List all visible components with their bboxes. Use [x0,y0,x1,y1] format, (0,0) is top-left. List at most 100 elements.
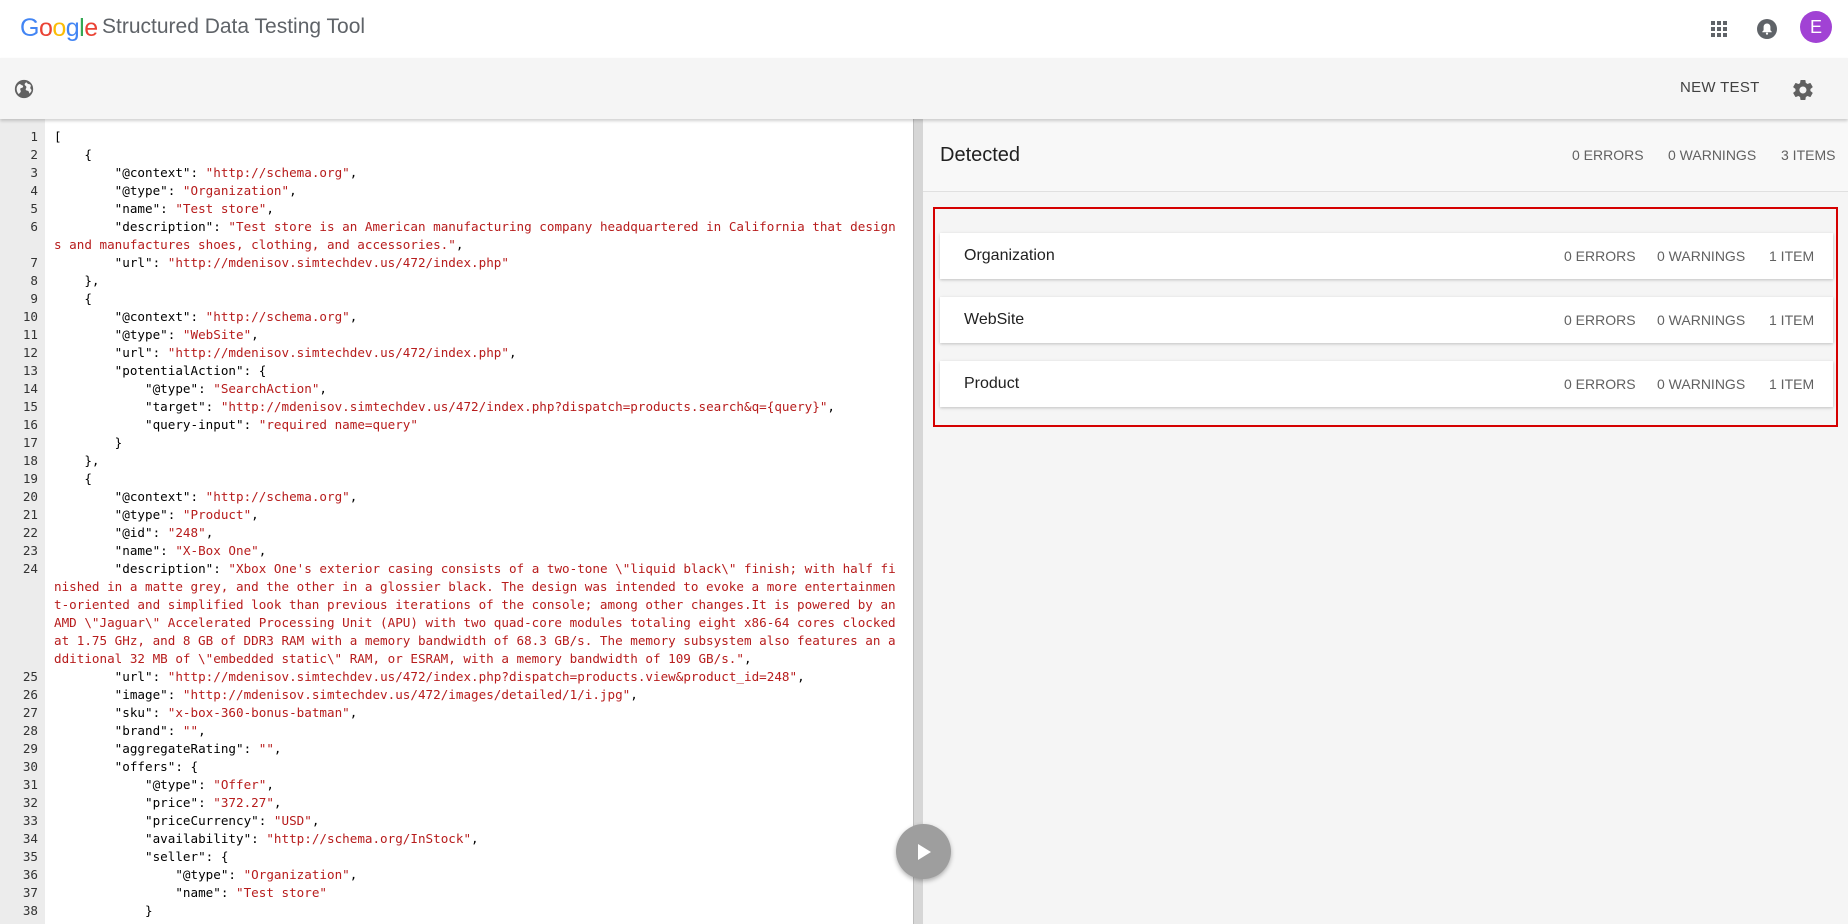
punctuation-token: : [198,795,214,810]
logo-letter: G [20,14,39,42]
globe-icon[interactable] [13,78,35,100]
line-number: 3 [30,165,38,180]
key-token: "@context" [54,489,191,504]
string-token: "WebSite" [182,327,252,342]
line-number: 35 [22,849,38,864]
punctuation-token: : { [205,849,229,864]
key-token: "@type" [54,327,168,342]
code-lines[interactable]: 1[2 {3 "@context": "http://schema.org", 4… [0,128,913,920]
app-title: Structured Data Testing Tool [102,15,366,38]
punctuation-token: : { [175,759,199,774]
line-number: 23 [22,543,38,558]
code-line: 2 { [0,146,913,164]
line-number: 16 [22,417,38,432]
line-number: 25 [22,669,38,684]
account-avatar[interactable]: E [1800,11,1832,43]
key-token: "name" [54,543,161,558]
punctuation-token: : [213,561,229,576]
code-line: 27 "sku": "x-box-360-bonus-batman", [0,704,913,722]
punctuation-token: : [243,417,259,432]
string-token: "248" [167,525,206,540]
line-number: 8 [30,273,38,288]
line-number: 17 [22,435,38,450]
key-token: "price" [54,795,199,810]
punctuation-token: , [198,723,206,738]
code-line: 29 "aggregateRating": "", [0,740,913,758]
code-line: 1[ [0,128,913,146]
string-token: "Test store" [175,201,267,216]
code-editor[interactable]: 1[2 {3 "@context": "http://schema.org", 4… [0,119,913,924]
punctuation-token: : [205,399,221,414]
line-number: 22 [22,525,38,540]
punctuation-token: : [152,525,168,540]
string-token: "http://schema.org" [205,165,350,180]
punctuation-token: , [205,525,214,540]
punctuation-token: , [266,201,274,216]
punctuation-token: , [471,831,479,846]
punctuation-token: : [190,165,206,180]
line-number: 1 [30,129,38,144]
google-logo[interactable]: Google [20,14,98,43]
card-title: WebSite [964,311,1025,328]
logo-letter: e [84,14,98,42]
code-line: 35 "seller": { [0,848,913,866]
total-items-count: 3 ITEMS [1781,147,1836,163]
code-line: 5 "name": "Test store", [0,200,913,218]
line-number: 2 [30,147,38,162]
code-line: 17 } [0,434,913,452]
result-card-product[interactable]: Product 0 ERRORS 0 WARNINGS 1 ITEM [940,361,1833,407]
line-number: 5 [30,201,38,216]
logo-letter: g [65,14,80,42]
string-token: "Offer" [213,777,267,792]
line-number: 13 [22,363,38,378]
string-token: "" [182,723,199,738]
line-number: 6 [30,219,38,234]
line-number: 20 [22,489,38,504]
run-test-button[interactable] [896,824,951,879]
code-line: 26 "image": "http://mdenisov.simtechdev.… [0,686,913,704]
line-number: 15 [22,399,38,414]
total-warnings-count: 0 WARNINGS [1668,147,1757,163]
line-number: 18 [22,453,38,468]
code-line: 9 { [0,290,913,308]
result-card-website[interactable]: WebSite 0 ERRORS 0 WARNINGS 1 ITEM [940,297,1833,343]
notifications-icon[interactable] [1755,17,1779,41]
line-number: 10 [22,309,38,324]
code-line: 11 "@type": "WebSite", [0,326,913,344]
key-token: "availability" [54,831,252,846]
line-number: 21 [22,507,38,522]
card-warnings: 0 WARNINGS [1657,248,1746,264]
code-line: 19 { [0,470,913,488]
key-token: "@type" [54,381,199,396]
key-token: "brand" [54,723,168,738]
card-title: Product [964,375,1020,392]
apps-grid-icon[interactable] [1707,17,1731,41]
punctuation-token: : { [243,363,267,378]
key-token: "aggregateRating" [54,741,244,756]
settings-gear-icon[interactable] [1791,78,1815,102]
string-token: "Organization" [243,867,350,882]
new-test-button[interactable]: NEW TEST [1680,79,1760,96]
card-warnings: 0 WARNINGS [1657,312,1746,328]
key-token: "@context" [54,309,191,324]
line-number: 28 [22,723,38,738]
line-number: 19 [22,471,38,486]
string-token: "http://schema.org" [205,309,350,324]
line-number: 9 [30,291,38,306]
code-line: 36 "@type": "Organization", [0,866,913,884]
key-token: "name" [54,885,221,900]
result-card-organization[interactable]: Organization 0 ERRORS 0 WARNINGS 1 ITEM [940,233,1833,279]
punctuation-token: , [289,183,297,198]
code-line: 23 "name": "X-Box One", [0,542,913,560]
code-line: 25 "url": "http://mdenisov.simtechdev.us… [0,668,913,686]
line-number: 26 [22,687,38,702]
logo-letter: o [38,14,53,42]
key-token: "description" [54,561,214,576]
punctuation-token: : [167,507,183,522]
punctuation-token: : [152,255,168,270]
string-token: "Product" [182,507,252,522]
string-token: "" [258,741,274,756]
code-line: 3 "@context": "http://schema.org", [0,164,913,182]
code-line: 13 "potentialAction": { [0,362,913,380]
key-token: "name" [54,201,161,216]
